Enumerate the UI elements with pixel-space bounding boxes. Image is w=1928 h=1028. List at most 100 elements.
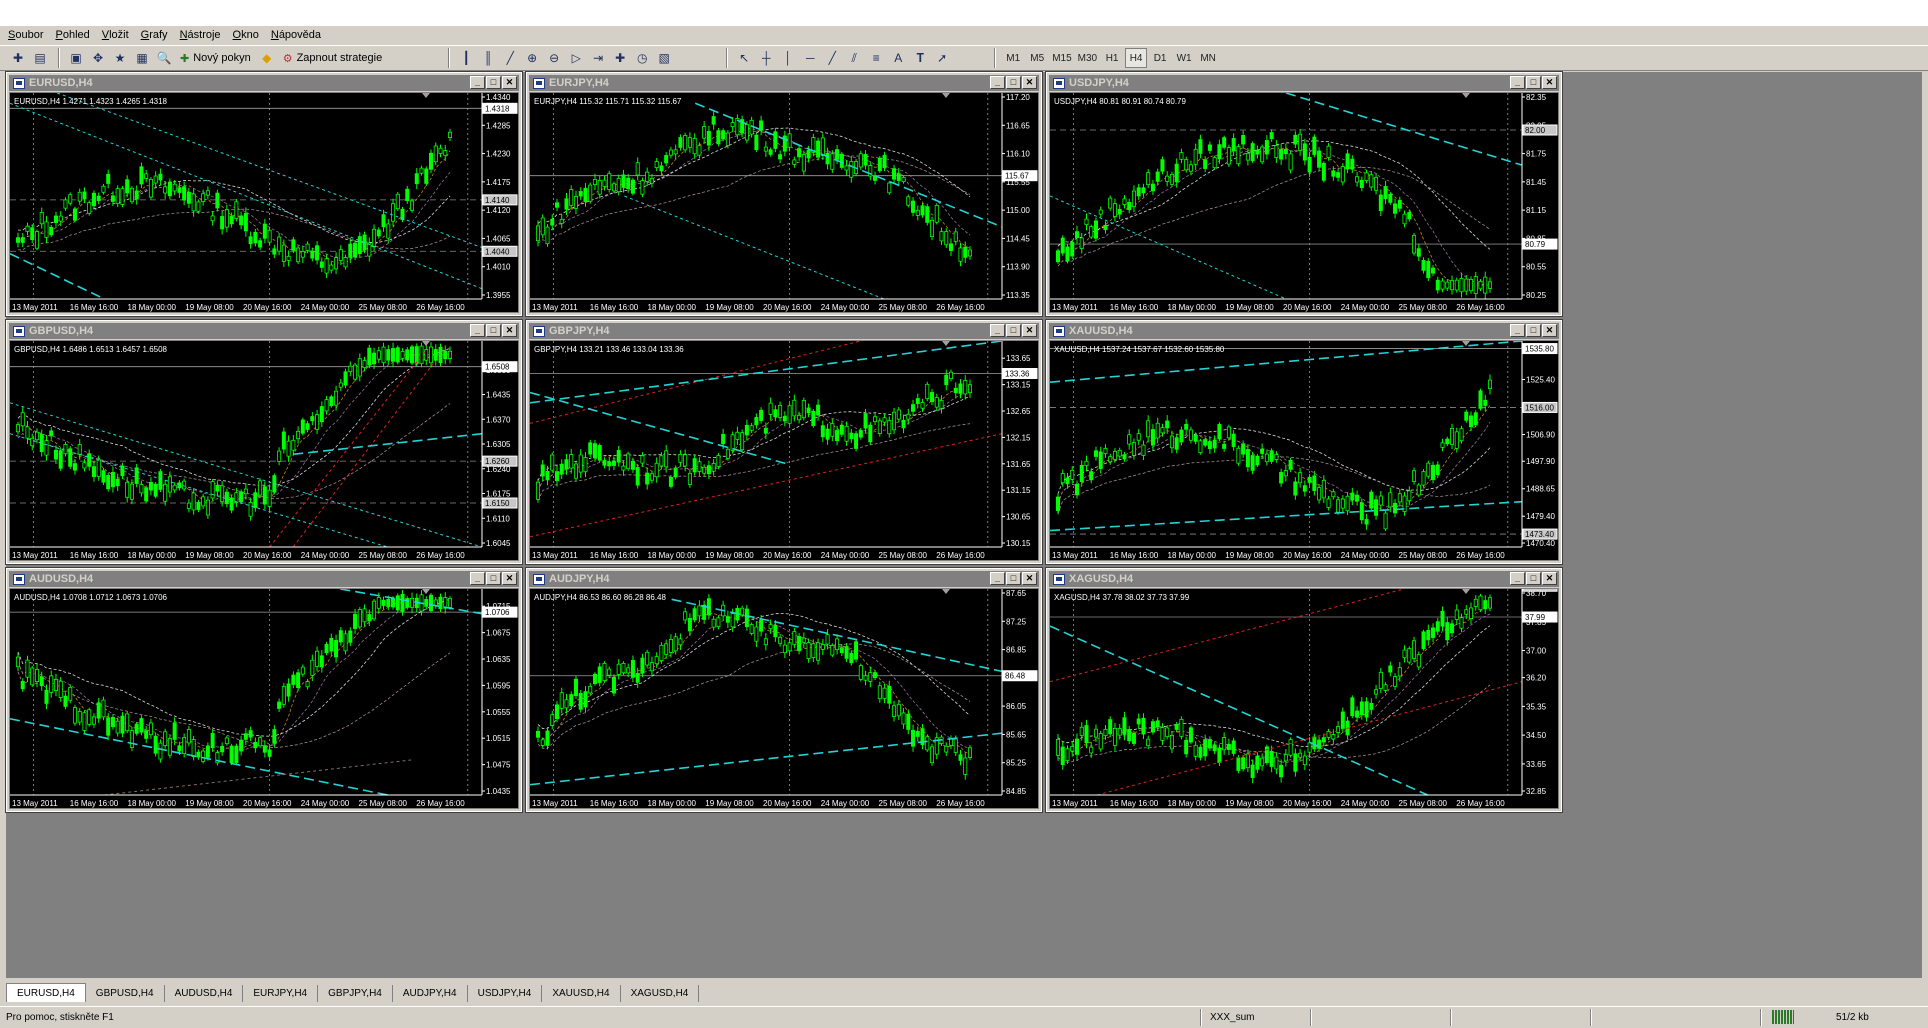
trendline-icon[interactable]: ╱ — [822, 48, 842, 68]
maximize-button[interactable]: □ — [1006, 572, 1021, 585]
minimize-button[interactable]: _ — [1510, 76, 1525, 89]
chart-canvas[interactable]: 82.3582.0581.7581.4581.1580.8580.5580.25… — [1049, 92, 1559, 313]
chart-canvas[interactable]: 1.4340 1.4285 1.4230 1.4175 1.4120 1.4065 1.40… — [9, 92, 519, 313]
chart-window-titlebar[interactable]: GBPJPY,H4 _ □ ✕ — [529, 323, 1039, 339]
close-button[interactable]: ✕ — [1022, 324, 1037, 337]
close-button[interactable]: ✕ — [502, 572, 517, 585]
maximize-button[interactable]: □ — [486, 324, 501, 337]
arrows-icon[interactable]: ➚ — [932, 48, 952, 68]
chart-canvas[interactable]: 133.65 133.15 132.65 132.15 131.65 131.15 130.… — [529, 340, 1039, 561]
chart-tab[interactable]: XAUUSD,H4 — [542, 985, 621, 1002]
minimize-button[interactable]: _ — [470, 324, 485, 337]
chart-tab[interactable]: AUDJPY,H4 — [393, 985, 468, 1002]
indicators-icon[interactable]: ✚ — [610, 48, 630, 68]
chart-window[interactable]: AUDUSD,H4 _ □ ✕ 1.07151.06751.06351.0595… — [5, 567, 523, 813]
horizontal-line-icon[interactable]: ─ — [800, 48, 820, 68]
timeframe-mn-button[interactable]: MN — [1197, 48, 1219, 68]
chart-window-titlebar[interactable]: AUDUSD,H4 _ □ ✕ — [9, 571, 519, 587]
chart-window-titlebar[interactable]: EURUSD,H4 _ □ ✕ — [9, 75, 519, 91]
vertical-line-icon[interactable]: │ — [778, 48, 798, 68]
maximize-button[interactable]: □ — [1526, 572, 1541, 585]
channel-icon[interactable]: ⫽ — [844, 48, 864, 68]
text-label-icon[interactable]: 𝐓 — [910, 48, 930, 68]
timeframe-h1-button[interactable]: H1 — [1101, 48, 1123, 68]
timeframe-m1-button[interactable]: M1 — [1002, 48, 1024, 68]
close-button[interactable]: ✕ — [1542, 572, 1557, 585]
chart-window[interactable]: XAUUSD,H4 _ □ ✕ 1525.40 1516.00 1506.90 149… — [1045, 319, 1563, 565]
cursor-icon[interactable]: ↖ — [734, 48, 754, 68]
chart-canvas[interactable]: 1.65001.64351.63701.63051.62401.61751.61… — [9, 340, 519, 561]
maximize-button[interactable]: □ — [486, 572, 501, 585]
chart-window[interactable]: USDJPY,H4 _ □ ✕ 82.3582.0581.7581.4581.1… — [1045, 71, 1563, 317]
maximize-button[interactable]: □ — [1526, 324, 1541, 337]
minimize-button[interactable]: _ — [990, 324, 1005, 337]
chart-window[interactable]: EURJPY,H4 _ □ ✕ 117.20 116.65 116.10 115.55… — [525, 71, 1043, 317]
minimize-button[interactable]: _ — [470, 76, 485, 89]
maximize-button[interactable]: □ — [1526, 76, 1541, 89]
maximize-button[interactable]: □ — [1006, 76, 1021, 89]
chart-window[interactable]: AUDJPY,H4 _ □ ✕ 87.6587.2586.8586.4586.0… — [525, 567, 1043, 813]
autoscroll-icon[interactable]: ▷ — [566, 48, 586, 68]
chart-tab[interactable]: AUDUSD,H4 — [165, 985, 244, 1002]
profiles-icon[interactable]: ▤ — [30, 48, 50, 68]
menu-item-4[interactable]: Nástroje — [180, 29, 221, 41]
timeframe-d1-button[interactable]: D1 — [1149, 48, 1171, 68]
chart-canvas[interactable]: 1.07151.06751.06351.05951.05551.05151.04… — [9, 588, 519, 809]
minimize-button[interactable]: _ — [990, 76, 1005, 89]
new-order-button[interactable]: ✚ Nový pokyn — [176, 48, 255, 68]
new-chart-icon[interactable]: ✚ — [8, 48, 28, 68]
minimize-button[interactable]: _ — [990, 572, 1005, 585]
candlestick-icon[interactable]: ║ — [478, 48, 498, 68]
chart-canvas[interactable]: 87.6587.2586.8586.4586.0585.6585.2584.85… — [529, 588, 1039, 809]
chart-window-titlebar[interactable]: EURJPY,H4 _ □ ✕ — [529, 75, 1039, 91]
menu-item-3[interactable]: Grafy — [141, 29, 168, 41]
chart-window[interactable]: GBPUSD,H4 _ □ ✕ 1.65001.64351.63701.6305… — [5, 319, 523, 565]
chart-window[interactable]: GBPJPY,H4 _ □ ✕ 133.65 133.15 132.65 132.15… — [525, 319, 1043, 565]
chart-canvas[interactable]: 38.7037.8537.0036.2035.3534.5033.6532.85… — [1049, 588, 1559, 809]
chart-window-titlebar[interactable]: GBPUSD,H4 _ □ ✕ — [9, 323, 519, 339]
close-button[interactable]: ✕ — [502, 76, 517, 89]
zoom-out-icon[interactable]: ⊖ — [544, 48, 564, 68]
close-button[interactable]: ✕ — [1022, 76, 1037, 89]
crosshair-nav-icon[interactable]: ✥ — [88, 48, 108, 68]
periods-icon[interactable]: ◷ — [632, 48, 652, 68]
menu-item-2[interactable]: Vložit — [102, 29, 129, 41]
minimize-button[interactable]: _ — [470, 572, 485, 585]
menu-item-6[interactable]: Nápověda — [271, 29, 321, 41]
market-watch-icon[interactable]: ▣ — [66, 48, 86, 68]
chart-window-titlebar[interactable]: XAGUSD,H4 _ □ ✕ — [1049, 571, 1559, 587]
timeframe-m30-button[interactable]: M30 — [1076, 48, 1099, 68]
chart-shift-icon[interactable]: ⇥ — [588, 48, 608, 68]
chart-tab[interactable]: GBPJPY,H4 — [318, 985, 393, 1002]
templates-icon[interactable]: ▧ — [654, 48, 674, 68]
close-button[interactable]: ✕ — [1542, 324, 1557, 337]
chart-window-titlebar[interactable]: AUDJPY,H4 _ □ ✕ — [529, 571, 1039, 587]
fibonacci-icon[interactable]: ≡ — [866, 48, 886, 68]
chart-window[interactable]: XAGUSD,H4 _ □ ✕ 38.7037.8537.0036.2035.3… — [1045, 567, 1563, 813]
chart-window[interactable]: EURUSD,H4 _ □ ✕ 1.4340 1.4285 1.4230 1.4175… — [5, 71, 523, 317]
menu-item-5[interactable]: Okno — [233, 29, 259, 41]
crosshair-icon[interactable]: ┼ — [756, 48, 776, 68]
line-chart-icon[interactable]: ╱ — [500, 48, 520, 68]
chart-tab[interactable]: XAGUSD,H4 — [621, 985, 700, 1002]
chart-tab[interactable]: EURJPY,H4 — [243, 985, 319, 1002]
timeframe-w1-button[interactable]: W1 — [1173, 48, 1195, 68]
text-icon[interactable]: A — [888, 48, 908, 68]
bar-chart-icon[interactable]: ┃ — [456, 48, 476, 68]
metaeditor-icon[interactable]: ◆ — [257, 48, 277, 68]
chart-tab[interactable]: GBPUSD,H4 — [86, 985, 165, 1002]
chart-canvas[interactable]: 117.20 116.65 116.10 115.55 115.00 114.45 113.… — [529, 92, 1039, 313]
maximize-button[interactable]: □ — [1006, 324, 1021, 337]
expert-advisors-button[interactable]: ⚙ Zapnout strategie — [279, 48, 387, 68]
chart-window-titlebar[interactable]: XAUUSD,H4 _ □ ✕ — [1049, 323, 1559, 339]
minimize-button[interactable]: _ — [1510, 324, 1525, 337]
chart-canvas[interactable]: 1525.40 1516.00 1506.90 1497.90 1488.65 1479.… — [1049, 340, 1559, 561]
chart-tab[interactable]: USDJPY,H4 — [468, 985, 543, 1002]
timeframe-h4-button[interactable]: H4 — [1125, 48, 1148, 68]
tester-icon[interactable]: 🔍 — [154, 48, 174, 68]
close-button[interactable]: ✕ — [502, 324, 517, 337]
chart-window-titlebar[interactable]: USDJPY,H4 _ □ ✕ — [1049, 75, 1559, 91]
terminal-icon[interactable]: ▦ — [132, 48, 152, 68]
maximize-button[interactable]: □ — [486, 76, 501, 89]
timeframe-m5-button[interactable]: M5 — [1026, 48, 1048, 68]
